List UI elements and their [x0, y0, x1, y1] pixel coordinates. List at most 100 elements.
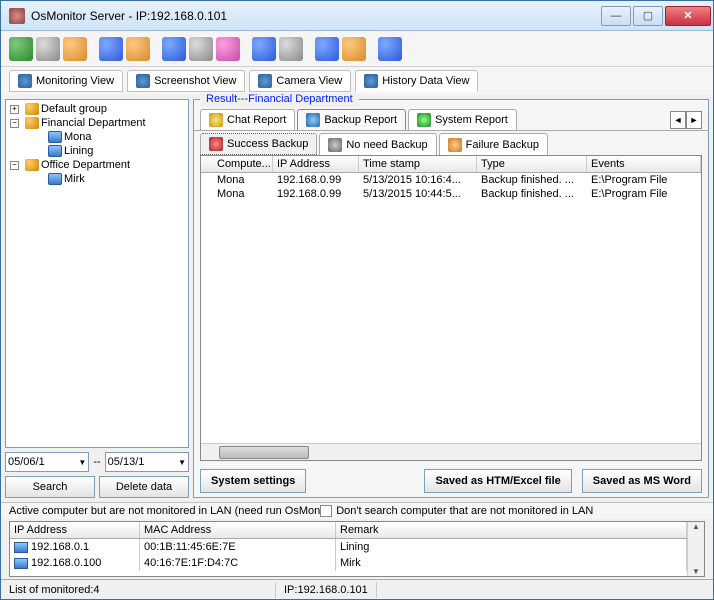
noneed-icon: [328, 138, 342, 152]
collapse-icon[interactable]: −: [10, 161, 19, 170]
tab-camera-label: Camera View: [276, 75, 342, 87]
save-word-button[interactable]: Saved as MS Word: [582, 469, 702, 493]
message-row: Active computer but are not monitored in…: [1, 502, 713, 519]
computer-icon: [48, 131, 62, 143]
subtab-success[interactable]: Success Backup: [200, 133, 317, 155]
save-htm-button[interactable]: Saved as HTM/Excel file: [424, 469, 571, 493]
date-range: 05/06/1▼ -- 05/13/1▼: [5, 452, 189, 472]
horizontal-scrollbar[interactable]: [201, 443, 701, 460]
view-tabs: Monitoring View Screenshot View Camera V…: [1, 67, 713, 95]
group-icon: [25, 103, 39, 115]
col-lan-ip[interactable]: IP Address: [10, 522, 140, 538]
toolbar-icon-8[interactable]: [216, 37, 240, 61]
toolbar-icon-10[interactable]: [279, 37, 303, 61]
tab-history-label: History Data View: [382, 75, 469, 87]
vertical-scrollbar[interactable]: ▲▼: [687, 522, 704, 576]
tree-financial[interactable]: −Financial Department: [8, 116, 186, 130]
minimize-button[interactable]: [601, 6, 631, 26]
main-toolbar: [1, 31, 713, 67]
lan-grid: IP Address MAC Address Remark 192.168.0.…: [9, 521, 705, 577]
chevron-down-icon: ▼: [78, 458, 86, 467]
arrow-up-icon[interactable]: ▲: [692, 522, 700, 531]
col-ip[interactable]: IP Address: [273, 156, 359, 172]
system-icon: [417, 113, 431, 127]
col-type[interactable]: Type: [477, 156, 587, 172]
col-computer[interactable]: Compute...: [201, 156, 273, 172]
app-icon: [9, 8, 25, 24]
tab-prev-button[interactable]: ◄: [670, 111, 686, 129]
col-events[interactable]: Events: [587, 156, 701, 172]
toolbar-icon-6[interactable]: [162, 37, 186, 61]
toolbar-icon-9[interactable]: [252, 37, 276, 61]
tab-screenshot-label: Screenshot View: [154, 75, 236, 87]
system-settings-button[interactable]: System settings: [200, 469, 306, 493]
toolbar-icon-3[interactable]: [63, 37, 87, 61]
main-area: +Default group −Financial Department Mon…: [1, 95, 713, 502]
col-lan-remark[interactable]: Remark: [336, 522, 687, 538]
pc-icon: [14, 558, 28, 569]
date-to[interactable]: 05/13/1▼: [105, 452, 189, 472]
lan-row[interactable]: 192.168.0.1 00:1B:11:45:6E:7E Lining: [10, 539, 687, 555]
tree-mirk[interactable]: Mirk: [8, 172, 186, 186]
expand-icon[interactable]: +: [10, 105, 19, 114]
arrow-down-icon[interactable]: ▼: [692, 567, 700, 576]
tree-mona[interactable]: Mona: [8, 130, 186, 144]
toolbar-icon-11[interactable]: [315, 37, 339, 61]
tree-lining[interactable]: Lining: [8, 144, 186, 158]
computer-tree[interactable]: +Default group −Financial Department Mon…: [5, 99, 189, 448]
col-lan-mac[interactable]: MAC Address: [140, 522, 336, 538]
lan-row[interactable]: 192.168.0.100 40:16:7E:1F:D4:7C Mirk: [10, 555, 687, 571]
collapse-icon[interactable]: −: [10, 119, 19, 128]
group-icon: [25, 159, 39, 171]
maximize-button[interactable]: [633, 6, 663, 26]
tab-history[interactable]: History Data View: [355, 70, 478, 92]
tab-system-report[interactable]: System Report: [408, 109, 517, 130]
toolbar-help-icon[interactable]: [378, 37, 402, 61]
tab-screenshot[interactable]: Screenshot View: [127, 70, 245, 92]
dont-search-checkbox[interactable]: [320, 505, 332, 517]
delete-data-button[interactable]: Delete data: [99, 476, 189, 498]
history-icon: [364, 74, 378, 88]
tab-next-button[interactable]: ►: [686, 111, 702, 129]
tree-default-group[interactable]: +Default group: [8, 102, 186, 116]
close-button[interactable]: [665, 6, 711, 26]
search-button[interactable]: Search: [5, 476, 95, 498]
backup-icon: [306, 113, 320, 127]
status-ip: IP:192.168.0.101: [276, 582, 377, 598]
date-from[interactable]: 05/06/1▼: [5, 452, 89, 472]
tab-monitoring-label: Monitoring View: [36, 75, 114, 87]
tab-camera[interactable]: Camera View: [249, 70, 351, 92]
toolbar-icon-12[interactable]: [342, 37, 366, 61]
result-title: Result---Financial Department: [200, 93, 359, 107]
success-icon: [209, 137, 223, 151]
tree-office[interactable]: −Office Department: [8, 158, 186, 172]
toolbar-icon-5[interactable]: [126, 37, 150, 61]
camera-icon: [258, 74, 272, 88]
window-title: OsMonitor Server - IP:192.168.0.101: [31, 9, 599, 23]
tab-chat-report[interactable]: Chat Report: [200, 109, 295, 130]
tab-monitoring[interactable]: Monitoring View: [9, 70, 123, 92]
toolbar-icon-7[interactable]: [189, 37, 213, 61]
date-sep: --: [93, 456, 100, 468]
grid-header[interactable]: Compute... IP Address Time stamp Type Ev…: [201, 156, 701, 173]
subtab-noneed[interactable]: No need Backup: [319, 133, 436, 155]
screenshot-icon: [136, 74, 150, 88]
subtab-failure[interactable]: Failure Backup: [439, 133, 548, 155]
computer-icon: [48, 145, 62, 157]
app-window: OsMonitor Server - IP:192.168.0.101 Moni…: [0, 0, 714, 600]
chevron-down-icon: ▼: [178, 458, 186, 467]
titlebar[interactable]: OsMonitor Server - IP:192.168.0.101: [1, 1, 713, 31]
grid-row[interactable]: Mona 192.168.0.99 5/13/2015 10:44:5... B…: [201, 187, 701, 201]
report-tabs: Chat Report Backup Report System Report …: [194, 107, 708, 130]
status-monitored: List of monitored:4: [1, 582, 276, 598]
lan-header[interactable]: IP Address MAC Address Remark: [10, 522, 687, 539]
toolbar-icon-4[interactable]: [99, 37, 123, 61]
col-timestamp[interactable]: Time stamp: [359, 156, 477, 172]
statusbar: List of monitored:4 IP:192.168.0.101: [1, 579, 713, 599]
scroll-thumb[interactable]: [219, 446, 309, 459]
toolbar-icon-2[interactable]: [36, 37, 60, 61]
grid-body[interactable]: Mona 192.168.0.99 5/13/2015 10:16:4... B…: [201, 173, 701, 443]
toolbar-icon-1[interactable]: [9, 37, 33, 61]
tab-backup-report[interactable]: Backup Report: [297, 109, 406, 130]
grid-row[interactable]: Mona 192.168.0.99 5/13/2015 10:16:4... B…: [201, 173, 701, 187]
